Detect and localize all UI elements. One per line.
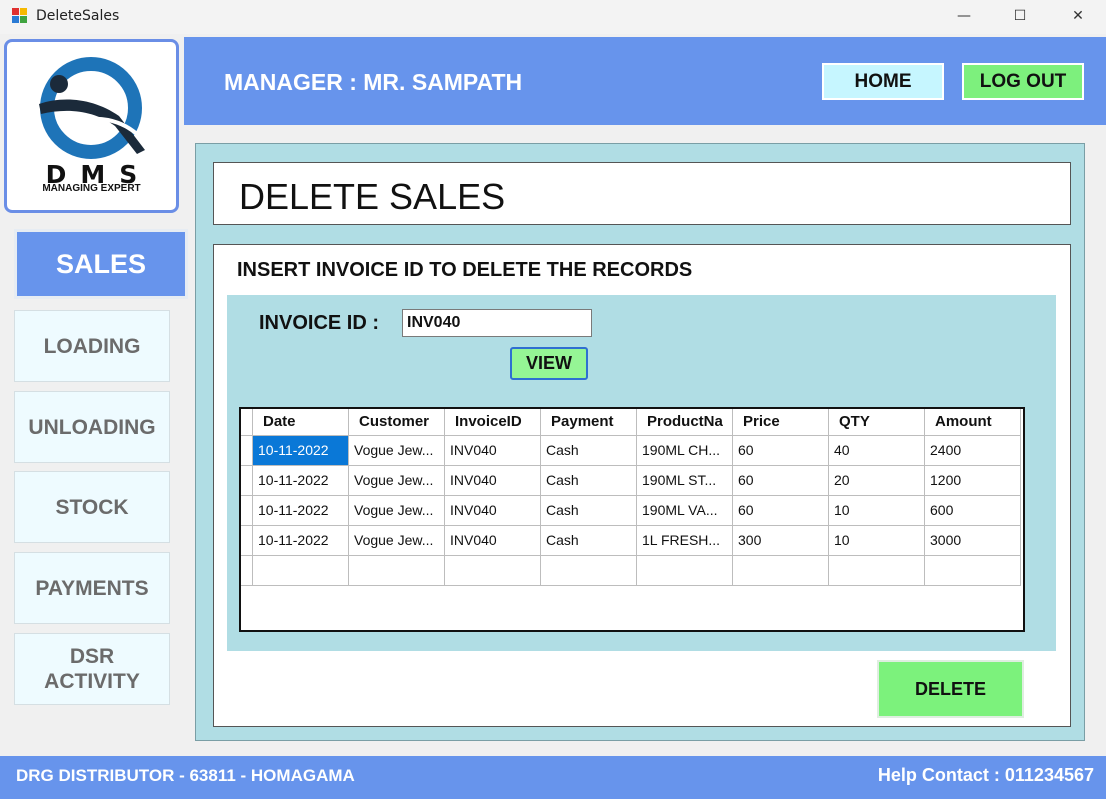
grid-row-header [241, 409, 253, 436]
grid-cell[interactable]: 40 [829, 436, 925, 466]
grid-empty-cell[interactable] [253, 556, 349, 586]
grid-cell[interactable]: 190ML CH... [637, 436, 733, 466]
invoice-id-input[interactable] [402, 309, 592, 337]
grid-row-selector[interactable] [241, 496, 253, 526]
header-bar: MANAGER : MR. SAMPATH HOME LOG OUT [184, 37, 1106, 125]
grid-empty-cell[interactable] [541, 556, 637, 586]
delete-button[interactable]: DELETE [877, 660, 1024, 718]
grid-cell[interactable]: Vogue Jew... [349, 466, 445, 496]
home-button[interactable]: HOME [822, 63, 944, 100]
grid-cell[interactable]: Cash [541, 436, 637, 466]
grid-empty-cell[interactable] [925, 556, 1021, 586]
grid-cell[interactable]: 190ML VA... [637, 496, 733, 526]
grid-cell[interactable]: 190ML ST... [637, 466, 733, 496]
content-box: INSERT INVOICE ID TO DELETE THE RECORDS … [213, 244, 1071, 727]
logout-button[interactable]: LOG OUT [962, 63, 1084, 100]
grid-row-selector[interactable] [241, 466, 253, 496]
grid-column-header[interactable]: Date [253, 409, 349, 436]
nav-stock-button[interactable]: STOCK [14, 471, 170, 543]
grid-empty-cell[interactable] [349, 556, 445, 586]
grid-row-selector[interactable] [241, 526, 253, 556]
grid-cell[interactable]: INV040 [445, 526, 541, 556]
nav-dsr-activity-button[interactable]: DSR ACTIVITY [14, 633, 170, 705]
search-panel: INVOICE ID : VIEW DateCustomerInvoiceIDP… [227, 295, 1056, 651]
logo-panel: DMS MANAGING EXPERT [4, 39, 179, 213]
sales-grid[interactable]: Date Customer InvoiceID Payment ProductNa Pri… [239, 407, 1025, 632]
page-title: DELETE SALES [239, 176, 506, 217]
grid-cell[interactable]: 2400 [925, 436, 1021, 466]
grid-cell[interactable]: Vogue Jew... [349, 436, 445, 466]
grid-cell[interactable]: 60 [733, 436, 829, 466]
grid-cell[interactable]: 1200 [925, 466, 1021, 496]
nav-payments-button[interactable]: PAYMENTS [14, 552, 170, 624]
logo-icon [39, 57, 145, 159]
title-box: DELETE SALES [213, 162, 1071, 225]
manager-label: MANAGER : MR. SAMPATH [224, 69, 523, 95]
app-icon [12, 8, 28, 24]
grid-cell[interactable]: Cash [541, 466, 637, 496]
grid-cell[interactable]: 20 [829, 466, 925, 496]
grid-cell[interactable]: 600 [925, 496, 1021, 526]
nav-dsr-line2: ACTIVITY [44, 670, 140, 693]
logo-tagline: MANAGING EXPERT [42, 183, 141, 194]
view-button[interactable]: VIEW [510, 347, 588, 380]
grid-cell[interactable]: 10-11-2022 [253, 436, 349, 466]
grid-cell[interactable]: INV040 [445, 496, 541, 526]
grid-row-selector[interactable] [241, 436, 253, 466]
footer-help-contact: Help Contact : 011234567 [877, 765, 1094, 785]
window-title: DeleteSales [36, 8, 120, 24]
grid-cell[interactable]: 60 [733, 496, 829, 526]
grid-cell[interactable]: Vogue Jew... [349, 526, 445, 556]
instruction-text: INSERT INVOICE ID TO DELETE THE RECORDS [237, 259, 693, 281]
nav-loading-button[interactable]: LOADING [14, 310, 170, 382]
grid-cell[interactable]: 300 [733, 526, 829, 556]
footer-distributor: DRG DISTRIBUTOR - 63811 - HOMAGAMA [16, 766, 355, 785]
grid-cell[interactable]: Cash [541, 526, 637, 556]
grid-cell[interactable]: 10-11-2022 [253, 466, 349, 496]
grid-cell[interactable]: INV040 [445, 466, 541, 496]
nav-unloading-button[interactable]: UNLOADING [14, 391, 170, 463]
grid-cell[interactable]: 10 [829, 496, 925, 526]
footer-bar: DRG DISTRIBUTOR - 63811 - HOMAGAMA Help … [0, 756, 1106, 799]
nav-sales-button[interactable]: SALES [14, 229, 188, 299]
grid-column-header[interactable]: ProductNa [637, 409, 733, 436]
grid-column-header[interactable]: Payment [541, 409, 637, 436]
grid-column-header[interactable]: Customer [349, 409, 445, 436]
grid-column-header[interactable]: Amount [925, 409, 1021, 436]
maximize-icon[interactable]: ☐ [997, 0, 1043, 34]
grid-cell[interactable]: 3000 [925, 526, 1021, 556]
grid-column-header[interactable]: QTY [829, 409, 925, 436]
grid-column-header[interactable]: Price [733, 409, 829, 436]
grid-empty-cell[interactable] [637, 556, 733, 586]
grid-cell[interactable]: 60 [733, 466, 829, 496]
nav-dsr-line1: DSR [69, 645, 115, 668]
grid-cell[interactable]: Cash [541, 496, 637, 526]
grid-cell[interactable]: 10 [829, 526, 925, 556]
grid-empty-cell[interactable] [829, 556, 925, 586]
title-bar: DeleteSales — ☐ ✕ [0, 0, 1106, 34]
minimize-icon[interactable]: — [941, 0, 987, 34]
main-panel: DELETE SALES INSERT INVOICE ID TO DELETE… [195, 143, 1085, 741]
grid-row-selector[interactable] [241, 556, 253, 586]
grid-cell[interactable]: Vogue Jew... [349, 496, 445, 526]
grid-cell[interactable]: INV040 [445, 436, 541, 466]
grid-cell[interactable]: 10-11-2022 [253, 496, 349, 526]
invoice-id-label: INVOICE ID : [259, 312, 380, 334]
grid-column-header[interactable]: InvoiceID [445, 409, 541, 436]
grid-empty-cell[interactable] [445, 556, 541, 586]
close-icon[interactable]: ✕ [1055, 0, 1101, 34]
grid-empty-cell[interactable] [733, 556, 829, 586]
grid-cell[interactable]: 1L FRESH... [637, 526, 733, 556]
grid-cell[interactable]: 10-11-2022 [253, 526, 349, 556]
